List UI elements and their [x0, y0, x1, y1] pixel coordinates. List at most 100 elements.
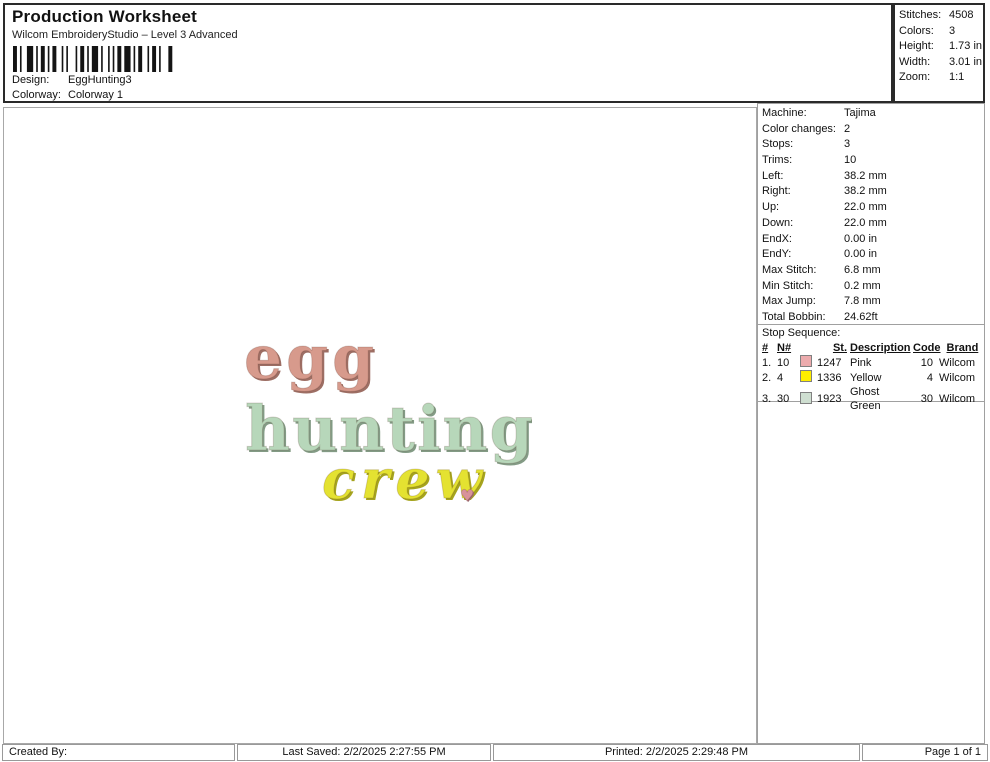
needle-number: 30: [777, 393, 790, 405]
machine-info-list: Machine: Tajima Color changes: 2 Stops: …: [758, 104, 984, 327]
summary-row: Height: 1.73 in: [899, 40, 983, 56]
footer-printed: Printed: 2/2/2025 2:29:48 PM: [493, 744, 860, 761]
col-number: #: [762, 341, 769, 354]
summary-value: 3: [949, 24, 956, 37]
machine-info-row: Down: 22.0 mm: [758, 217, 984, 233]
machine-info-row: Right: 38.2 mm: [758, 185, 984, 201]
machine-info-value: 2: [844, 122, 851, 135]
machine-info-label: Min Stitch:: [762, 279, 814, 292]
machine-info-value: 0.00 in: [844, 248, 878, 261]
machine-info-label: Max Jump:: [762, 295, 816, 308]
design-word-egg: egg egg: [244, 336, 378, 395]
stitch-count: 1336: [817, 371, 842, 384]
summary-row: Colors: 3: [899, 25, 983, 41]
design-name-row: Design: EggHunting3: [12, 74, 132, 86]
summary-value: 1:1: [949, 71, 965, 83]
machine-info-row: Stops: 3: [758, 138, 984, 154]
header: Production Worksheet Wilcom EmbroiderySt…: [3, 3, 893, 103]
summary-row: Zoom: 1:1: [899, 71, 983, 87]
stop-number: 1.: [762, 356, 772, 369]
stop-sequence-rows: 1. 10 1247 Pink 10 Wilcom 2. 4 1336 Yell…: [758, 355, 984, 412]
thread-brand: Wilcom: [939, 371, 976, 384]
machine-info-label: Down:: [762, 216, 794, 229]
footer-created-by: Created By:: [2, 744, 235, 761]
svg-text:egg: egg: [244, 336, 378, 393]
summary-panel: Stitches: 4508 Colors: 3 Height: 1.73 in…: [893, 3, 985, 103]
stitch-count: 1247: [817, 356, 842, 369]
machine-info-row: Max Stitch: 6.8 mm: [758, 264, 984, 280]
thread-description: Pink: [850, 356, 872, 369]
machine-info-value: 6.8 mm: [844, 263, 881, 276]
summary-value: 1.73 in: [949, 40, 983, 52]
design-label: Design:: [12, 74, 50, 86]
summary-label: Stitches:: [899, 9, 942, 21]
stop-sequence-row: 1. 10 1247 Pink 10 Wilcom: [758, 355, 984, 370]
machine-info-value: 0.2 mm: [844, 279, 881, 292]
machine-info-value: 3: [844, 138, 851, 151]
stitch-count: 1923: [817, 393, 842, 405]
heart-icon: ♥ ♥: [460, 486, 476, 507]
machine-info-value: 22.0 mm: [844, 201, 887, 214]
machine-info-row: Trims: 10: [758, 154, 984, 170]
page-title: Production Worksheet: [12, 7, 198, 26]
machine-info-row: Up: 22.0 mm: [758, 201, 984, 217]
machine-info-row: EndY: 0.00 in: [758, 248, 984, 264]
thread-code: 10: [920, 356, 933, 369]
machine-info-row: Color changes: 2: [758, 123, 984, 139]
stop-sequence-header: # N# St. Description Code Brand: [758, 340, 984, 355]
machine-info-label: EndY:: [762, 248, 792, 261]
thread-color-swatch: [800, 355, 812, 367]
machine-info-value: 10: [844, 154, 857, 167]
stop-sequence-row: 2. 4 1336 Yellow 4 Wilcom: [758, 370, 984, 385]
stop-sequence-row: 3. 30 1923 Ghost Green 30 Wilcom: [758, 385, 984, 412]
machine-info-label: EndX:: [762, 232, 792, 245]
machine-info-row: Machine: Tajima: [758, 107, 984, 123]
app-subtitle: Wilcom EmbroideryStudio – Level 3 Advanc…: [12, 29, 238, 41]
thread-description: Ghost Green: [850, 386, 881, 412]
machine-info-label: Trims:: [762, 154, 793, 167]
machine-info-value: 38.2 mm: [844, 185, 887, 198]
thread-color-swatch: [800, 370, 812, 382]
design-value: EggHunting3: [68, 74, 132, 86]
machine-info-label: Machine:: [762, 107, 807, 119]
summary-value: 4508: [949, 9, 974, 21]
machine-info-row: Left: 38.2 mm: [758, 170, 984, 186]
needle-number: 10: [777, 356, 790, 369]
summary-row: Stitches: 4508: [899, 9, 983, 25]
colorway-label: Colorway:: [12, 89, 61, 101]
thread-code: 4: [926, 371, 933, 384]
machine-info-row: Max Jump: 7.8 mm: [758, 295, 984, 311]
col-stitches: St.: [832, 341, 847, 354]
stop-sequence-title: Stop Sequence:: [762, 327, 841, 339]
footer-last-saved: Last Saved: 2/2/2025 2:27:55 PM: [237, 744, 491, 761]
summary-label: Height:: [899, 40, 934, 52]
machine-info-label: Stops:: [762, 138, 794, 151]
embroidery-design: egg egg hunting hunting crew crew ♥ ♥: [244, 336, 533, 511]
machine-info-row: EndX: 0.00 in: [758, 233, 984, 249]
thread-color-swatch: [800, 391, 812, 404]
machine-info-row: Min Stitch: 0.2 mm: [758, 280, 984, 296]
thread-code: 30: [920, 393, 933, 405]
thread-brand: Wilcom: [939, 393, 976, 405]
col-brand: Brand: [946, 341, 979, 354]
stop-number: 3.: [762, 393, 772, 405]
svg-text:♥: ♥: [460, 486, 474, 505]
production-worksheet-page: Production Worksheet Wilcom EmbroiderySt…: [0, 0, 990, 762]
col-code: Code: [913, 341, 941, 354]
machine-info-label: Right:: [762, 185, 791, 198]
machine-info-label: Left:: [762, 169, 784, 182]
stop-number: 2.: [762, 371, 772, 384]
summary-label: Width:: [899, 55, 931, 68]
machine-info-value: Tajima: [844, 107, 876, 119]
summary-row: Width: 3.01 in: [899, 56, 983, 72]
thread-brand: Wilcom: [939, 356, 976, 369]
machine-info-value: 7.8 mm: [844, 295, 881, 308]
machine-info-label: Color changes:: [762, 122, 836, 135]
machine-info-panel: Machine: Tajima Color changes: 2 Stops: …: [757, 103, 985, 744]
machine-info-label: Max Stitch:: [762, 263, 817, 276]
needle-number: 4: [777, 371, 784, 384]
machine-info-value: 0.00 in: [844, 232, 878, 245]
colorway-row: Colorway: Colorway 1: [12, 89, 123, 101]
summary-value: 3.01 in: [949, 55, 983, 68]
machine-info-value: 22.0 mm: [844, 216, 887, 229]
